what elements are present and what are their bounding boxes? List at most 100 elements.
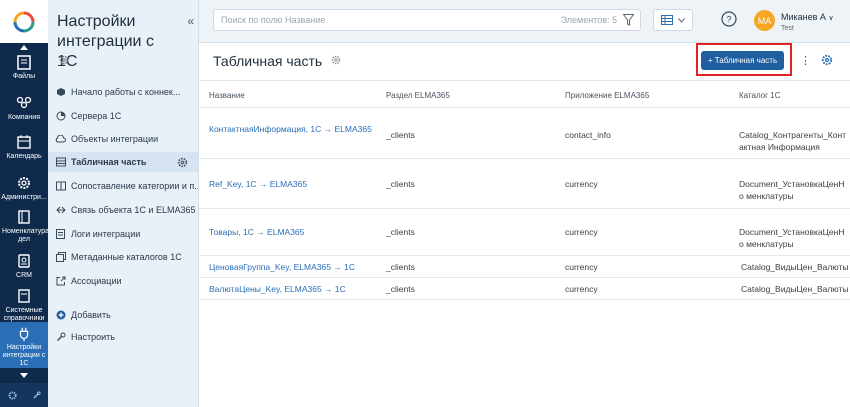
svg-text:?: ? — [726, 15, 731, 25]
layers-icon — [55, 252, 66, 263]
search-input[interactable]: Поиск по полю Название Элементов: 5 — [213, 9, 641, 31]
row-section: _clients — [386, 262, 415, 272]
row-name-link[interactable]: ЦеноваяГруппа_Key, ELMA365 → 1С — [209, 261, 379, 273]
sidebar-item-label: Объекты интеграции — [71, 134, 159, 144]
help-icon[interactable]: ? — [721, 11, 737, 27]
table-row[interactable]: ВалютаЦены_Key, ELMA365 → 1С _clients cu… — [199, 278, 850, 300]
sidebar-configure-button[interactable]: Настроить — [48, 327, 198, 347]
sidebar-item-category-mapping[interactable]: Сопоставление категории и п... — [48, 176, 198, 196]
table-row[interactable]: Ref_Key, 1С → ELMA365 _clients currency … — [199, 159, 850, 209]
sidebar-add-button[interactable]: Добавить — [48, 305, 198, 325]
top-bar: Поиск по полю Название Элементов: 5 ? МА… — [199, 0, 850, 43]
user-name: Миканев А — [781, 12, 826, 22]
sidebar-item-catalog-metadata[interactable]: Метаданные каталогов 1С — [48, 247, 198, 267]
link-icon — [55, 205, 66, 216]
sidebar-item-label: Связь объекта 1С и ELMA365 — [71, 205, 196, 215]
row-name-link[interactable]: Товары, 1С → ELMA365 — [209, 226, 379, 238]
column-header-catalog[interactable]: Каталог 1С — [739, 91, 781, 100]
rail-item-admin[interactable]: Администри... — [0, 174, 48, 202]
row-app: currency — [565, 179, 598, 189]
section-settings-icon[interactable] — [59, 55, 69, 65]
page-title: Табличная часть — [213, 53, 323, 69]
table-view-icon — [660, 15, 673, 25]
collapse-sidebar-icon[interactable]: « — [187, 14, 194, 28]
table-row[interactable]: КонтактнаяИнформация, 1С → ELMA365 _clie… — [199, 109, 850, 159]
rail-item-company[interactable]: Компания — [0, 94, 48, 122]
table-row[interactable]: ЦеноваяГруппа_Key, ELMA365 → 1С _clients… — [199, 256, 850, 278]
column-header-section[interactable]: Раздел ELMA365 — [386, 91, 450, 100]
cloud-icon — [55, 134, 66, 145]
server-icon — [55, 111, 66, 122]
add-table-part-button[interactable]: + Табличная часть — [701, 51, 784, 70]
row-name-link[interactable]: КонтактнаяИнформация, 1С → ELMA365 — [209, 123, 379, 135]
files-icon — [17, 55, 31, 70]
row-name-link[interactable]: Ref_Key, 1С → ELMA365 — [209, 178, 379, 190]
rail-label: CRM — [16, 272, 32, 279]
rail-label: Календарь — [6, 153, 42, 160]
user-subtitle: Test — [781, 25, 794, 32]
rail-item-nomenclature[interactable]: Номенклатура дел — [0, 208, 49, 244]
sidebar-item-object-link[interactable]: Связь объекта 1С и ELMA365 — [48, 200, 198, 220]
sidebar-item-getting-started[interactable]: Начало работы с коннек... — [48, 82, 198, 102]
rail-scroll-down-icon[interactable] — [0, 373, 48, 378]
rail-item-directories[interactable]: Системные справочники — [0, 287, 48, 323]
sidebar-add-label: Добавить — [71, 310, 111, 320]
app-rail: Файлы Компания Календарь Администри... Н… — [0, 0, 49, 407]
wrench-icon[interactable] — [32, 390, 41, 400]
sidebar-item-label: Табличная часть — [71, 157, 147, 167]
row-catalog: Document_УстановкаЦенНо менклатуры — [739, 227, 845, 249]
book-icon — [18, 210, 30, 224]
rail-item-1c-integration[interactable]: Настройки интеграции с 1С — [0, 322, 48, 368]
section-sidebar: Настройки интеграции с 1С « Начало работ… — [48, 0, 199, 407]
row-catalog: Catalog_ВидыЦен_Валюты — [741, 262, 849, 272]
row-section: _clients — [386, 284, 415, 294]
chevron-down-icon — [678, 17, 686, 23]
crm-icon — [18, 254, 30, 268]
rail-label: Файлы — [12, 73, 36, 80]
rail-scroll-up-icon[interactable] — [0, 45, 48, 50]
more-options-icon[interactable]: ⋮ — [800, 54, 811, 67]
sidebar-item-integration-objects[interactable]: Объекты интеграции — [48, 129, 198, 149]
row-catalog: Catalog_Контрагенты_Контактная Информаци… — [739, 130, 847, 152]
sidebar-item-label: Начало работы с коннек... — [71, 87, 181, 97]
app-logo[interactable] — [0, 0, 48, 43]
page-settings-icon[interactable] — [331, 55, 341, 65]
calendar-icon — [17, 135, 31, 149]
compare-icon — [55, 181, 66, 192]
column-header-app[interactable]: Приложение ELMA365 — [565, 91, 649, 100]
search-placeholder: Поиск по полю Название — [221, 15, 326, 25]
sidebar-item-integration-logs[interactable]: Логи интеграции — [48, 224, 198, 244]
table-settings-icon[interactable] — [821, 54, 833, 66]
item-settings-icon[interactable] — [177, 157, 188, 168]
table-row[interactable]: Товары, 1С → ELMA365 _clients currency D… — [199, 209, 850, 256]
user-avatar[interactable]: МА — [754, 10, 775, 31]
column-header-name[interactable]: Название — [209, 91, 245, 100]
rail-item-calendar[interactable]: Календарь — [0, 133, 48, 161]
row-section: _clients — [386, 179, 415, 189]
rail-bottom-bar — [0, 383, 48, 407]
settings-icon[interactable] — [7, 390, 17, 400]
row-name-link[interactable]: ВалютаЦены_Key, ELMA365 → 1С — [209, 283, 379, 295]
row-app: contact_info — [565, 130, 611, 140]
filter-icon[interactable] — [623, 14, 634, 26]
sidebar-item-label: Логи интеграции — [71, 229, 141, 239]
sidebar-item-label: Метаданные каталогов 1С — [71, 252, 182, 262]
table-icon — [55, 157, 66, 168]
view-mode-select[interactable] — [653, 9, 693, 31]
sidebar-title: Настройки интеграции с 1С — [57, 13, 154, 70]
rail-item-crm[interactable]: CRM — [0, 252, 48, 280]
plug-icon — [19, 327, 29, 342]
sidebar-item-servers[interactable]: Сервера 1С — [48, 106, 198, 126]
sidebar-item-associations[interactable]: Ассоциации — [48, 271, 198, 291]
rail-item-files[interactable]: Файлы — [0, 53, 48, 81]
rail-label: Номенклатура дел — [2, 228, 49, 243]
row-app: currency — [565, 262, 598, 272]
row-app: currency — [565, 284, 598, 294]
row-catalog: Document_УстановкаЦенНо менклатуры — [739, 179, 845, 201]
wrench-icon — [55, 332, 66, 343]
box-icon — [55, 87, 66, 98]
table-header: Название Раздел ELMA365 Приложение ELMA3… — [199, 80, 850, 108]
sidebar-item-table-part[interactable]: Табличная часть — [48, 152, 198, 172]
user-menu[interactable]: Миканев А ∨ Test — [781, 12, 834, 34]
gear-icon — [18, 177, 30, 189]
